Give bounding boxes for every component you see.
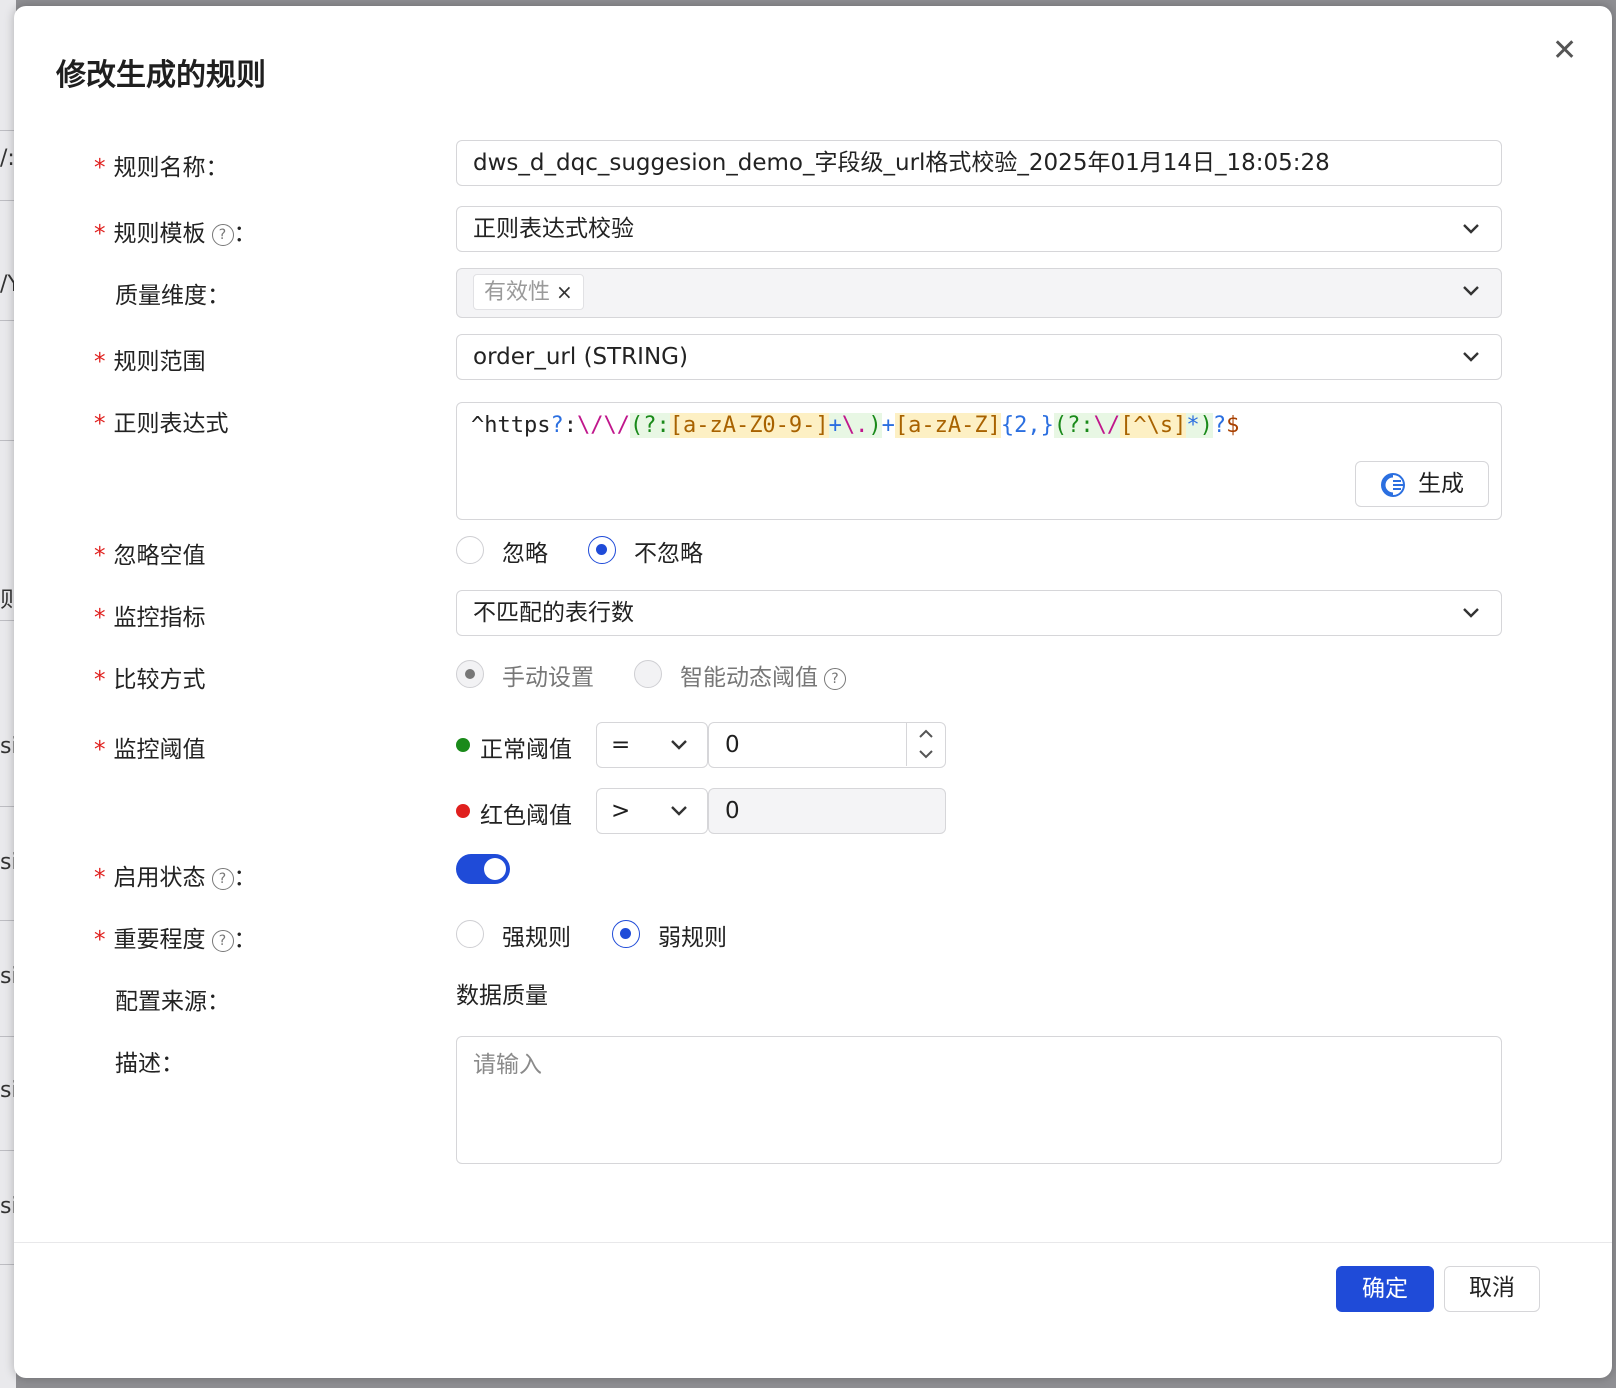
rule-template-label: * 规则模板?： [94,221,257,247]
manual-setting-label: 手动设置 [502,665,594,691]
help-icon[interactable]: ? [211,224,234,246]
red-threshold-input: 0 [708,788,946,834]
not-ignore-radio-label[interactable]: 不忽略 [634,534,703,568]
divider [0,920,14,921]
help-icon[interactable]: ? [211,930,234,952]
description-label: 描述： [115,1051,184,1077]
normal-threshold-value: 0 [725,732,740,758]
dialog-title: 修改生成的规则 [56,58,266,93]
help-icon[interactable]: ? [211,868,234,890]
required-mark: * [94,605,106,631]
description-textarea[interactable]: 请输入 [456,1036,1502,1164]
red-operator-select[interactable]: > [596,788,708,834]
ignore-radio[interactable] [456,536,484,564]
divider [0,320,14,321]
ignore-null-label: * 忽略空值 [94,543,206,569]
required-mark: * [94,667,106,693]
close-icon[interactable]: ✕ [1552,36,1577,66]
rule-name-input[interactable]: dws_d_dqc_suggesion_demo_字段级_url格式校验_202… [456,140,1502,186]
required-mark: * [94,737,106,763]
number-stepper[interactable] [906,723,945,766]
regex-expression: ^https?:\/\/(?:[a-zA-Z0-9-]+\.)+[a-zA-Z]… [471,413,1240,438]
monitor-metric-label: * 监控指标 [94,605,206,631]
threshold-label: * 监控阈值 [94,737,206,763]
required-mark: * [94,543,106,569]
rule-template-value: 正则表达式校验 [473,216,634,242]
normal-operator-select[interactable]: = [596,722,708,768]
chevron-down-icon [671,740,687,750]
footer-divider [14,1242,1612,1243]
ignore-radio-label[interactable]: 忽略 [502,534,548,568]
weak-rule-label[interactable]: 弱规则 [658,918,727,952]
rule-template-select[interactable]: 正则表达式校验 [456,206,1502,252]
quality-dimension-label: 质量维度： [115,283,230,309]
chevron-down-icon[interactable] [918,747,934,761]
importance-label: * 重要程度?： [94,927,257,953]
red-threshold-label: 红色阈值 [480,803,572,829]
normal-status-dot [456,738,470,752]
required-mark: * [94,411,106,437]
divider [0,1036,14,1037]
strong-rule-label[interactable]: 强规则 [502,918,571,952]
quality-dimension-select[interactable]: 有效性 × [456,268,1502,318]
red-operator-value: > [611,798,631,824]
rule-name-label: * 规则名称： [94,155,229,181]
chevron-down-icon [1463,224,1479,234]
generate-button[interactable]: 生成 [1355,461,1489,507]
required-mark: * [94,155,106,181]
red-status-dot [456,804,470,818]
quality-tag: 有效性 × [473,274,584,310]
regex-label: * 正则表达式 [94,411,229,437]
enabled-label: * 启用状态?： [94,865,257,891]
required-mark: * [94,221,106,247]
ai-generate-icon [1381,473,1405,497]
smart-threshold-radio [634,660,662,688]
confirm-button[interactable]: 确定 [1336,1266,1434,1312]
divider [0,806,14,807]
background-text: /: [0,146,15,171]
divider [0,1264,14,1265]
smart-threshold-label: 智能动态阈值? [680,658,846,692]
divider [0,130,14,131]
enabled-toggle[interactable] [456,854,510,884]
help-icon[interactable]: ? [824,668,846,690]
red-threshold-value: 0 [725,798,740,824]
rule-scope-label: * 规则范围 [94,349,206,375]
normal-threshold-input[interactable]: 0 [708,722,946,768]
required-mark: * [94,865,106,891]
divider [0,620,14,621]
description-placeholder: 请输入 [473,1052,542,1078]
chevron-up-icon[interactable] [918,727,934,741]
cancel-button[interactable]: 取消 [1444,1266,1540,1312]
divider [0,440,14,441]
divider [0,200,14,201]
monitor-metric-value: 不匹配的表行数 [473,600,634,626]
divider [0,1150,14,1151]
strong-rule-radio[interactable] [456,920,484,948]
chevron-down-icon [1463,352,1479,362]
rule-scope-value: order_url (STRING) [473,344,688,370]
required-mark: * [94,349,106,375]
chevron-down-icon [1463,608,1479,618]
monitor-metric-select[interactable]: 不匹配的表行数 [456,590,1502,636]
edit-rule-dialog: 修改生成的规则 ✕ * 规则名称： dws_d_dqc_suggesion_dem… [14,6,1612,1378]
normal-operator-value: = [611,732,631,758]
manual-setting-radio [456,660,484,688]
chevron-down-icon [1463,286,1479,296]
weak-rule-radio[interactable] [612,920,640,948]
chevron-down-icon [671,806,687,816]
compare-method-label: * 比较方式 [94,667,206,693]
required-mark: * [94,927,106,953]
not-ignore-radio[interactable] [588,536,616,564]
normal-threshold-label: 正常阈值 [480,737,572,763]
source-value: 数据质量 [456,983,548,1009]
rule-scope-select[interactable]: order_url (STRING) [456,334,1502,380]
tag-remove-icon[interactable]: × [556,280,573,304]
generate-button-label: 生成 [1418,471,1464,497]
source-label: 配置来源： [115,989,230,1015]
regex-editor[interactable]: ^https?:\/\/(?:[a-zA-Z0-9-]+\.)+[a-zA-Z]… [456,402,1502,520]
